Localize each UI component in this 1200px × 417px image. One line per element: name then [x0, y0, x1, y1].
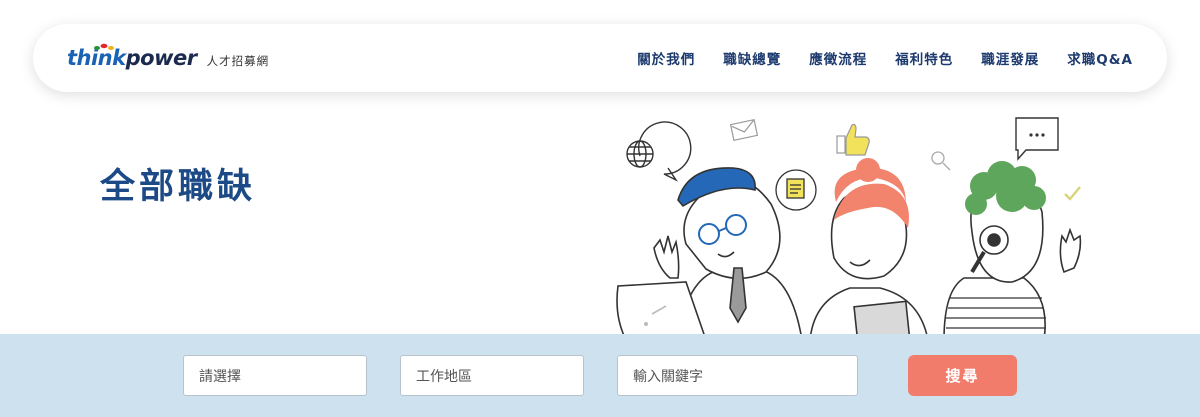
character-green-hair [943, 161, 1082, 338]
logo-dots-icon [94, 43, 114, 50]
character-red-hair [809, 158, 929, 338]
area-select[interactable]: 工作地區 [400, 355, 584, 396]
site-header: thinkpower 人才招募網 關於我們 職缺總覽 應徵流程 福利特色 職涯發… [33, 24, 1167, 92]
search-bar: 請選擇 工作地區 輸入關鍵字 搜尋 [0, 334, 1200, 417]
magnifier-small-icon [931, 151, 951, 171]
check-icon [1064, 186, 1081, 201]
keyword-input[interactable]: 輸入關鍵字 [617, 355, 858, 396]
chat-dots-icon [1015, 117, 1059, 161]
nav-application-process[interactable]: 應徵流程 [809, 48, 867, 68]
logo-power: power [125, 45, 197, 70]
document-bubble-icon [775, 169, 817, 211]
globe-bubble-icon [626, 121, 692, 182]
page-title: 全部職缺 [100, 167, 257, 207]
nav-jobs-overview[interactable]: 職缺總覽 [723, 48, 781, 68]
nav-about[interactable]: 關於我們 [637, 48, 695, 68]
hero-illustration [616, 117, 1082, 338]
nav-faq[interactable]: 求職Q&A [1067, 48, 1133, 68]
nav-benefits[interactable]: 福利特色 [895, 48, 953, 68]
search-button[interactable]: 搜尋 [908, 355, 1017, 396]
logo[interactable]: thinkpower 人才招募網 [67, 43, 270, 70]
main-nav: 關於我們 職缺總覽 應徵流程 福利特色 職涯發展 求職Q&A [609, 48, 1133, 68]
category-select[interactable]: 請選擇 [183, 355, 367, 396]
logo-subtitle: 人才招募網 [206, 53, 270, 68]
thumbs-up-icon [836, 123, 870, 156]
mail-icon [729, 118, 759, 142]
logo-wordmark: thinkpower [67, 45, 197, 70]
nav-career-development[interactable]: 職涯發展 [981, 48, 1039, 68]
